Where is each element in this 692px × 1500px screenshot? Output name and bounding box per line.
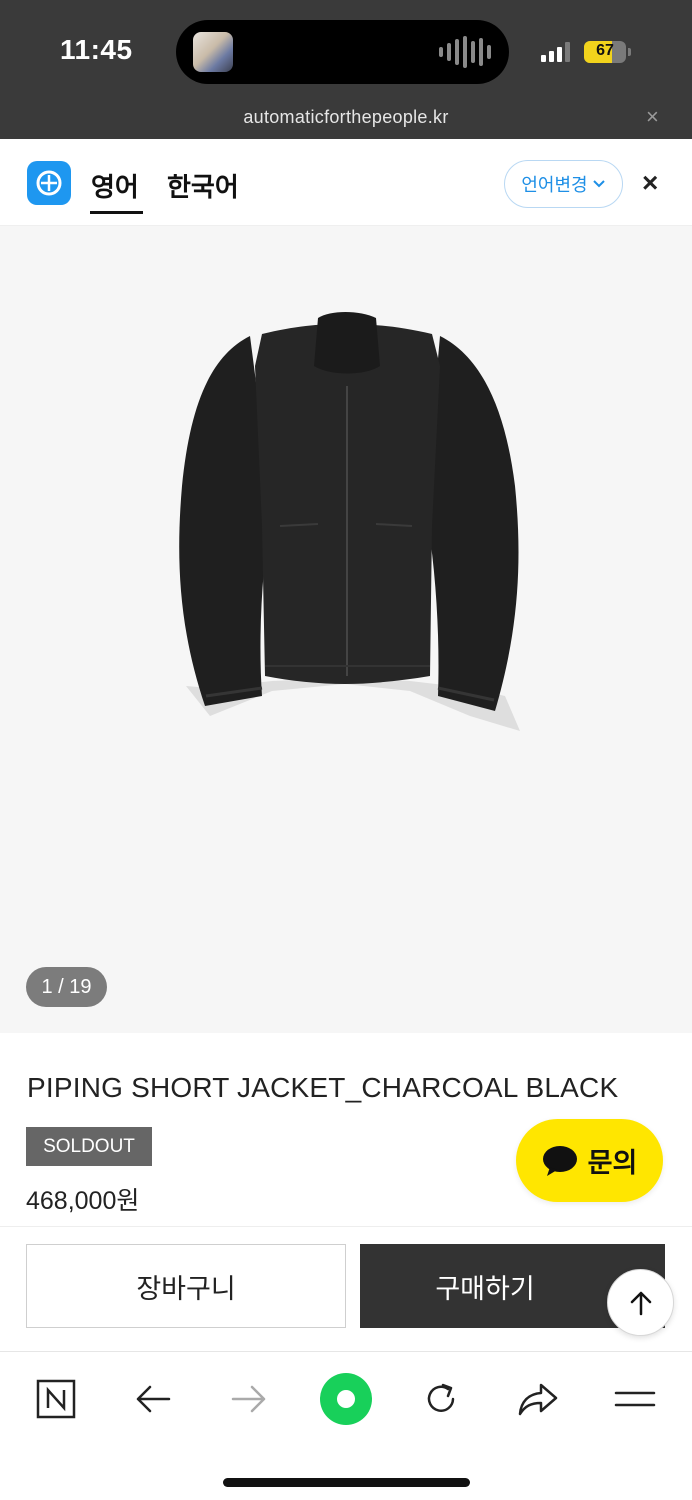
chevron-down-icon (592, 180, 605, 188)
dynamic-island[interactable] (176, 20, 509, 84)
battery-cap (628, 48, 631, 56)
audio-wave-icon (439, 36, 491, 68)
product-jacket-image (179, 312, 520, 731)
forward-arrow-icon[interactable] (224, 1374, 274, 1424)
change-language-label: 언어변경 (521, 175, 588, 195)
translation-bar: 영어 한국어 언어변경 × (0, 139, 692, 226)
active-tab-indicator (90, 211, 143, 214)
product-image-gallery[interactable]: 1 / 19 (0, 226, 692, 1033)
close-icon[interactable]: × (642, 167, 658, 199)
scroll-to-top-button[interactable] (607, 1269, 674, 1336)
url-text[interactable]: automaticforthepeople.kr (0, 107, 692, 128)
status-time: 11:45 (60, 34, 133, 65)
share-icon[interactable] (513, 1374, 563, 1424)
back-arrow-icon[interactable] (128, 1374, 178, 1424)
media-thumbnail (193, 32, 233, 72)
cellular-signal-icon (541, 42, 570, 62)
browser-toolbar (0, 1351, 692, 1500)
product-price: 468,000원 (26, 1187, 140, 1215)
arrow-up-icon (630, 1291, 651, 1315)
papago-logo-icon (27, 161, 71, 205)
inquiry-button[interactable]: 문의 (516, 1119, 663, 1202)
menu-icon[interactable] (610, 1374, 660, 1424)
image-counter: 1 / 19 (26, 967, 107, 1007)
url-bar[interactable]: automaticforthepeople.kr × (0, 96, 692, 139)
add-to-cart-button[interactable]: 장바구니 (26, 1244, 346, 1328)
soldout-badge: SOLDOUT (26, 1127, 152, 1166)
change-language-button[interactable]: 언어변경 (504, 160, 623, 208)
url-close-icon[interactable]: × (646, 104, 659, 130)
chat-bubble-icon (542, 1145, 577, 1176)
product-title: PIPING SHORT JACKET_CHARCOAL BLACK (27, 1072, 619, 1103)
inquiry-label: 문의 (587, 1148, 638, 1178)
tab-english[interactable]: 영어 (91, 167, 139, 204)
page: 11:45 67 automaticforthepeople.kr × 영어 한… (0, 0, 692, 1500)
battery-icon: 67 (584, 41, 626, 63)
green-home-icon[interactable] (319, 1372, 373, 1426)
battery-level: 67 (596, 42, 614, 59)
tab-korean[interactable]: 한국어 (167, 167, 239, 204)
reload-icon[interactable] (416, 1374, 466, 1424)
home-indicator[interactable] (223, 1478, 470, 1487)
purchase-action-bar: 장바구니 구매하기 (0, 1226, 692, 1351)
naver-n-icon[interactable] (31, 1374, 81, 1424)
status-bar: 11:45 67 (0, 0, 692, 96)
